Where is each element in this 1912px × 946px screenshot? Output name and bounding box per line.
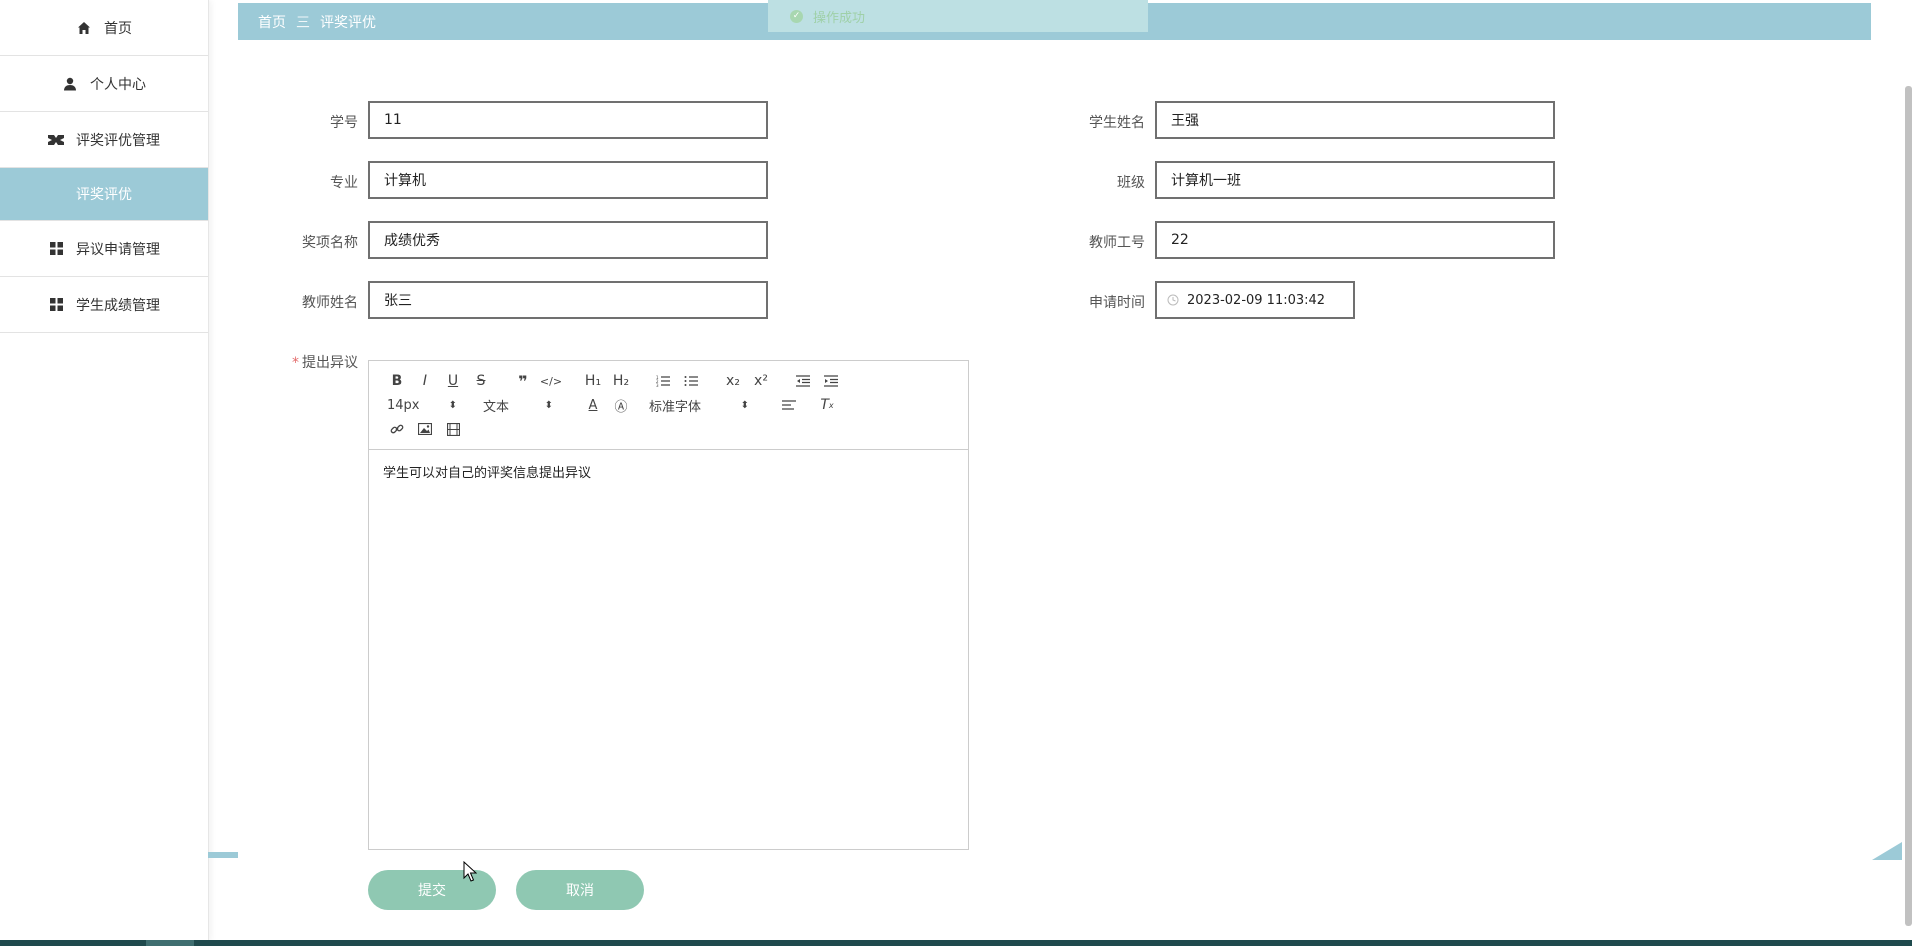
major-field[interactable]: [368, 161, 768, 199]
required-mark: *: [292, 355, 299, 371]
clear-format-icon[interactable]: Tx: [813, 393, 841, 417]
header-select[interactable]: 文本 ⬍: [483, 396, 553, 415]
bullet-list-icon[interactable]: [677, 369, 705, 393]
major-input[interactable]: [382, 171, 766, 189]
student-id-label: 学号: [330, 115, 358, 131]
teacher-name-label: 教师姓名: [302, 295, 358, 311]
sidebar-item-home[interactable]: 首页: [0, 0, 208, 56]
sidebar-item-label: 个人中心: [90, 76, 146, 93]
strikethrough-button[interactable]: S: [467, 369, 495, 393]
award-icon: [48, 132, 64, 148]
select-arrow-icon: ⬍: [544, 399, 553, 411]
student-name-field[interactable]: [1155, 101, 1555, 139]
class-field[interactable]: [1155, 161, 1555, 199]
indent-icon[interactable]: [817, 369, 845, 393]
toolbar-row-format: B I U S ❞ </> H₁ H₂ 123 x₂ x²: [383, 369, 958, 393]
sidebar-item-label: 学生成绩管理: [76, 297, 160, 314]
breadcrumb-current: 评奖评优: [320, 14, 376, 31]
ordered-list-icon[interactable]: 123: [649, 369, 677, 393]
taskbar: [0, 940, 1912, 946]
editor-toolbar: B I U S ❞ </> H₁ H₂ 123 x₂ x² 14px ⬍ 文本 …: [369, 361, 968, 450]
link-icon[interactable]: [383, 417, 411, 441]
class-input[interactable]: [1169, 171, 1553, 189]
underline-button[interactable]: U: [439, 369, 467, 393]
apply-time-value: 2023-02-09 11:03:42: [1187, 292, 1326, 308]
svg-text:3: 3: [656, 383, 659, 387]
editor-content[interactable]: 学生可以对自己的评奖信息提出异议: [369, 450, 968, 493]
bold-button[interactable]: B: [383, 369, 411, 393]
major-label: 专业: [330, 175, 358, 191]
sidebar-item-label: 首页: [104, 20, 132, 37]
grid-icon: [48, 241, 64, 257]
student-id-input[interactable]: [382, 111, 766, 129]
header2-button[interactable]: H₂: [607, 369, 635, 393]
sidebar-item-objection-management[interactable]: 异议申请管理: [0, 221, 208, 277]
video-icon[interactable]: [439, 417, 467, 441]
outdent-icon[interactable]: [789, 369, 817, 393]
sidebar-item-label: 异议申请管理: [76, 241, 160, 258]
apply-time-picker[interactable]: 2023-02-09 11:03:42: [1155, 281, 1355, 319]
page-scrollbar[interactable]: [1905, 86, 1912, 926]
mouse-cursor-icon: [463, 860, 478, 887]
rich-text-editor[interactable]: B I U S ❞ </> H₁ H₂ 123 x₂ x² 14px ⬍ 文本 …: [368, 360, 969, 850]
size-select[interactable]: 14px ⬍: [383, 398, 457, 413]
sidebar-item-label: 评奖评优管理: [76, 132, 160, 149]
toolbar-row-insert: [383, 417, 958, 441]
teacher-name-input[interactable]: [382, 291, 766, 309]
student-id-field[interactable]: [368, 101, 768, 139]
toolbar-row-style: 14px ⬍ 文本 ⬍ A Ⓐ 标准字体 ⬍ Tx: [383, 393, 958, 417]
teacher-id-label: 教师工号: [1089, 235, 1145, 251]
decoration-left: [208, 852, 238, 858]
check-icon: ✓: [790, 9, 803, 23]
award-name-field[interactable]: [368, 221, 768, 259]
award-name-label: 奖项名称: [302, 235, 358, 251]
select-arrow-icon: ⬍: [448, 399, 457, 411]
superscript-button[interactable]: x²: [747, 369, 775, 393]
student-name-label: 学生姓名: [1089, 115, 1145, 131]
subscript-button[interactable]: x₂: [719, 369, 747, 393]
objection-label: * 提出异议: [292, 355, 358, 371]
toast-text: 操作成功: [813, 10, 866, 26]
success-toast: ✓ 操作成功: [768, 0, 1148, 32]
code-block-button[interactable]: </>: [537, 369, 565, 393]
align-icon[interactable]: [775, 393, 803, 417]
cancel-button[interactable]: 取消: [516, 870, 644, 910]
font-color-icon[interactable]: A: [579, 393, 607, 417]
decoration-right: [1872, 842, 1902, 860]
teacher-name-field[interactable]: [368, 281, 768, 319]
sidebar: 首页 个人中心 评奖评优管理 评奖评优 异议申请管理 学生成绩管理: [0, 0, 209, 941]
teacher-id-field[interactable]: [1155, 221, 1555, 259]
blockquote-button[interactable]: ❞: [509, 369, 537, 393]
sidebar-item-award-evaluation[interactable]: 评奖评优: [0, 168, 208, 221]
sidebar-item-label: 评奖评优: [76, 187, 132, 203]
apply-time-label: 申请时间: [1089, 295, 1145, 311]
class-label: 班级: [1117, 175, 1145, 191]
clock-icon: [1167, 294, 1179, 306]
background-color-icon[interactable]: Ⓐ: [607, 393, 635, 417]
home-icon: [76, 20, 92, 36]
student-name-input[interactable]: [1169, 111, 1553, 129]
award-name-input[interactable]: [382, 231, 766, 249]
person-icon: [62, 76, 78, 92]
select-arrow-icon: ⬍: [740, 399, 749, 411]
image-icon[interactable]: [411, 417, 439, 441]
sidebar-item-award-management[interactable]: 评奖评优管理: [0, 112, 208, 168]
sidebar-item-personal-center[interactable]: 个人中心: [0, 56, 208, 112]
header1-button[interactable]: H₁: [579, 369, 607, 393]
teacher-id-input[interactable]: [1169, 231, 1553, 249]
font-select[interactable]: 标准字体 ⬍: [649, 396, 749, 415]
breadcrumb-separator: 三: [296, 14, 310, 31]
italic-button[interactable]: I: [411, 369, 439, 393]
sidebar-item-grade-management[interactable]: 学生成绩管理: [0, 277, 208, 333]
grid-icon: [48, 297, 64, 313]
breadcrumb-home[interactable]: 首页: [258, 12, 286, 32]
